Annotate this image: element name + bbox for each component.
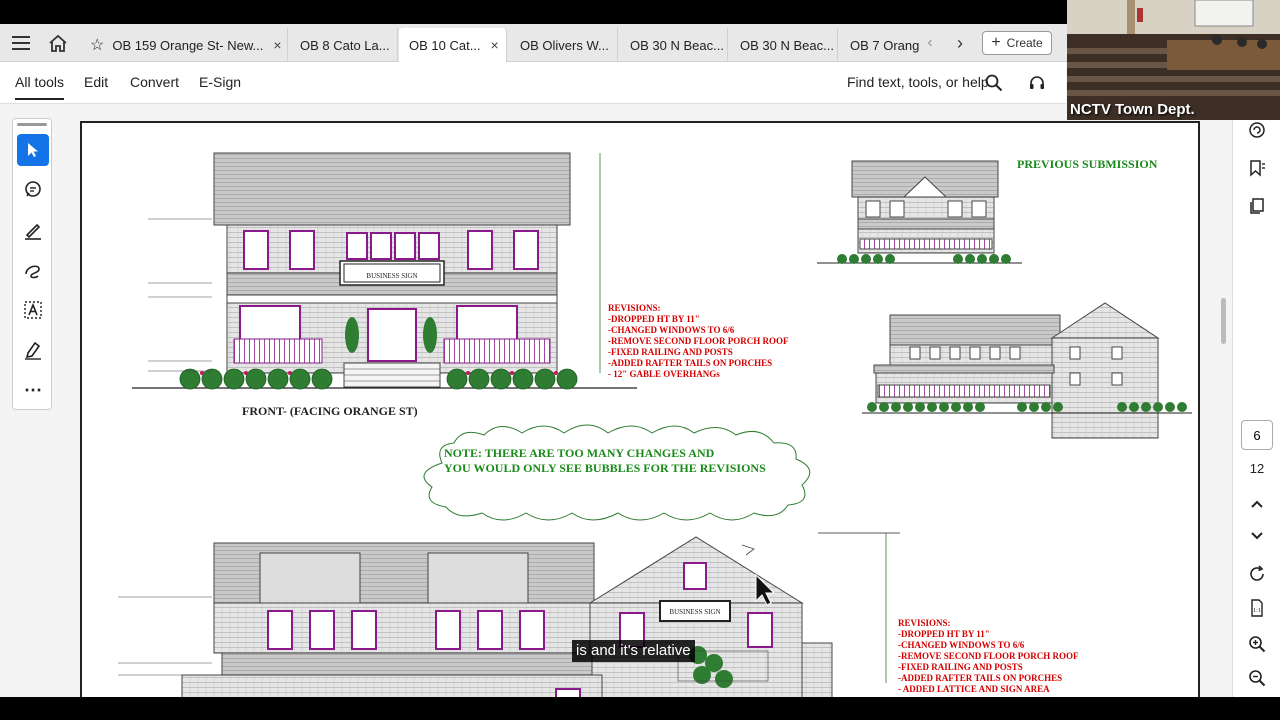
- total-pages: 12: [1249, 460, 1265, 476]
- svg-text:- 12" GABLE OVERHANGs: - 12" GABLE OVERHANGs: [608, 369, 720, 379]
- tab-label: OB 8 Cato La...: [300, 37, 390, 53]
- tab-label: OB Olivers W...: [520, 37, 609, 53]
- vertical-scrollbar-thumb[interactable]: [1221, 298, 1226, 344]
- bookmark-icon[interactable]: [1241, 153, 1273, 183]
- side-elevation: [118, 532, 900, 699]
- svg-text:-DROPPED HT BY 11": -DROPPED HT BY 11": [898, 629, 990, 639]
- close-icon[interactable]: ×: [491, 37, 499, 53]
- right-sidebar: 6 12 1:1: [1232, 105, 1280, 700]
- revisions-top: REVISIONS: -DROPPED HT BY 11" -CHANGED W…: [608, 303, 789, 379]
- svg-text:-REMOVE SECOND FLOOR PORCH ROO: -REMOVE SECOND FLOOR PORCH ROOF: [898, 651, 1079, 661]
- search-icon[interactable]: [984, 73, 1004, 93]
- tab-30-n-beach-1[interactable]: OB 30 N Beac...: [620, 28, 728, 62]
- svg-text:-FIXED RAILING AND POSTS: -FIXED RAILING AND POSTS: [898, 662, 1023, 672]
- svg-text:-CHANGED WINDOWS TO 6/6: -CHANGED WINDOWS TO 6/6: [608, 325, 735, 335]
- plus-icon: +: [991, 34, 1001, 51]
- menu-all-tools[interactable]: All tools: [15, 74, 65, 100]
- tab-label: OB 10 Cat...: [409, 37, 481, 53]
- svg-text:REVISIONS:: REVISIONS:: [898, 618, 951, 628]
- screen-bottom-strip: [0, 697, 1280, 720]
- note-line2: YOU WOULD ONLY SEE BUBBLES FOR THE REVIS…: [444, 461, 766, 475]
- toolbar-grip: [17, 123, 47, 126]
- tab-30-n-beach-2[interactable]: OB 30 N Beac...: [730, 28, 838, 62]
- video-channel-label: NCTV Town Dept.: [1070, 101, 1195, 118]
- tab-10-cato[interactable]: OB 10 Cat... ×: [399, 28, 507, 62]
- tab-7-orange[interactable]: OB 7 Orang: [840, 28, 920, 62]
- tab-cato-la[interactable]: OB 8 Cato La...: [290, 28, 398, 62]
- previous-front-elevation: [817, 160, 1022, 264]
- svg-text:-FIXED RAILING AND POSTS: -FIXED RAILING AND POSTS: [608, 347, 733, 357]
- svg-text:1:1: 1:1: [1253, 608, 1261, 614]
- front-elevation: [132, 152, 637, 390]
- menu-convert[interactable]: Convert: [130, 74, 179, 90]
- document-viewer[interactable]: BUSINESS SIGN FRONT- (FACING ORANGE ST) …: [60, 105, 1230, 701]
- note-line1: NOTE: THERE ARE TOO MANY CHANGES AND: [444, 446, 715, 460]
- pdf-page: BUSINESS SIGN FRONT- (FACING ORANGE ST) …: [80, 121, 1200, 701]
- tab-label: OB 7 Orang: [850, 37, 920, 53]
- previous-submission-title: PREVIOUS SUBMISSION: [1017, 157, 1158, 171]
- pages-icon[interactable]: [1241, 191, 1273, 221]
- comment-icon[interactable]: [17, 174, 49, 206]
- hamburger-menu-icon[interactable]: [10, 32, 32, 54]
- tab-strip: ☆ OB 159 Orange St- New... × OB 8 Cato L…: [0, 24, 1070, 62]
- tab-label: OB 159 Orange St- New...: [112, 37, 264, 53]
- tab-olivers[interactable]: OB Olivers W...: [510, 28, 618, 62]
- svg-text:-REMOVE SECOND FLOOR PORCH ROO: -REMOVE SECOND FLOOR PORCH ROOF: [608, 336, 789, 346]
- revisions-bottom: REVISIONS: -DROPPED HT BY 11" -CHANGED W…: [898, 618, 1079, 694]
- home-icon[interactable]: [46, 31, 70, 55]
- tab-orange-st[interactable]: ☆ OB 159 Orange St- New... ×: [80, 28, 288, 62]
- highlight-pen-icon[interactable]: [17, 214, 49, 246]
- video-caption: is and it's relative: [572, 640, 695, 662]
- create-button[interactable]: + Create: [982, 31, 1052, 55]
- zoom-in-icon[interactable]: [1241, 629, 1273, 659]
- draw-freehand-icon[interactable]: [17, 254, 49, 286]
- chevron-up-icon[interactable]: [1241, 489, 1273, 519]
- select-pointer-icon[interactable]: [17, 134, 49, 166]
- zoom-out-icon[interactable]: [1241, 663, 1273, 693]
- svg-text:-CHANGED WINDOWS TO 6/6: -CHANGED WINDOWS TO 6/6: [898, 640, 1025, 650]
- svg-text:-ADDED RAFTER TAILS ON PORCHES: -ADDED RAFTER TAILS ON PORCHES: [608, 358, 772, 368]
- create-label: Create: [1006, 36, 1043, 50]
- meeting-video-feed: NCTV Town Dept.: [1067, 0, 1280, 120]
- current-page-input[interactable]: 6: [1241, 420, 1273, 450]
- business-sign-text-2: BUSINESS SIGN: [669, 608, 720, 616]
- svg-text:- ADDED LATTICE AND SIGN AREA: - ADDED LATTICE AND SIGN AREA: [898, 684, 1050, 694]
- acrobat-window: ☆ OB 159 Orange St- New... × OB 8 Cato L…: [0, 0, 1280, 720]
- svg-text:-ADDED RAFTER TAILS ON PORCHES: -ADDED RAFTER TAILS ON PORCHES: [898, 673, 1062, 683]
- find-tools-button[interactable]: Find text, tools, or help: [847, 74, 989, 90]
- close-icon[interactable]: ×: [273, 37, 281, 53]
- menu-edit[interactable]: Edit: [84, 74, 108, 90]
- menu-bar: All tools Edit Convert E-Sign Find text,…: [0, 62, 1066, 104]
- chevron-right-icon[interactable]: ›: [952, 33, 968, 53]
- headset-icon[interactable]: [1027, 73, 1047, 93]
- svg-text:-DROPPED HT BY 11": -DROPPED HT BY 11": [608, 314, 700, 324]
- rotate-icon[interactable]: [1241, 559, 1273, 589]
- chevron-down-icon[interactable]: [1241, 521, 1273, 551]
- previous-side-elevation: [862, 302, 1192, 439]
- left-quick-tools: ⋯: [12, 118, 52, 410]
- tab-label: OB 30 N Beac...: [630, 37, 724, 53]
- svg-text:REVISIONS:: REVISIONS:: [608, 303, 661, 313]
- chevron-left-icon[interactable]: ‹: [922, 33, 938, 53]
- text-box-icon[interactable]: [17, 294, 49, 326]
- architectural-drawing: BUSINESS SIGN FRONT- (FACING ORANGE ST) …: [118, 152, 1192, 699]
- business-sign-text: BUSINESS SIGN: [366, 272, 417, 280]
- star-icon[interactable]: ☆: [90, 35, 104, 55]
- sign-pen-icon[interactable]: [17, 334, 49, 366]
- more-tools-icon[interactable]: ⋯: [17, 374, 49, 406]
- front-title: FRONT- (FACING ORANGE ST): [242, 404, 418, 418]
- menu-e-sign[interactable]: E-Sign: [199, 74, 241, 90]
- fit-page-icon[interactable]: 1:1: [1241, 593, 1273, 623]
- tab-label: OB 30 N Beac...: [740, 37, 834, 53]
